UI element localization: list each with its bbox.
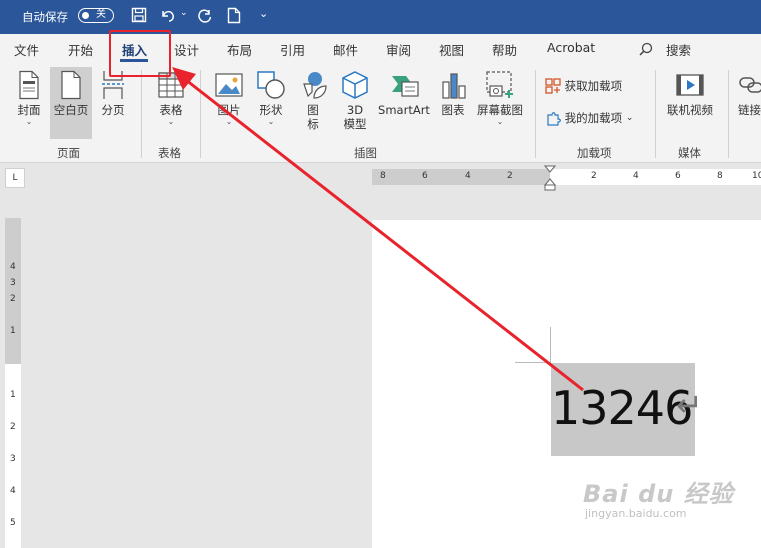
- annotation-arrow: [172, 67, 584, 392]
